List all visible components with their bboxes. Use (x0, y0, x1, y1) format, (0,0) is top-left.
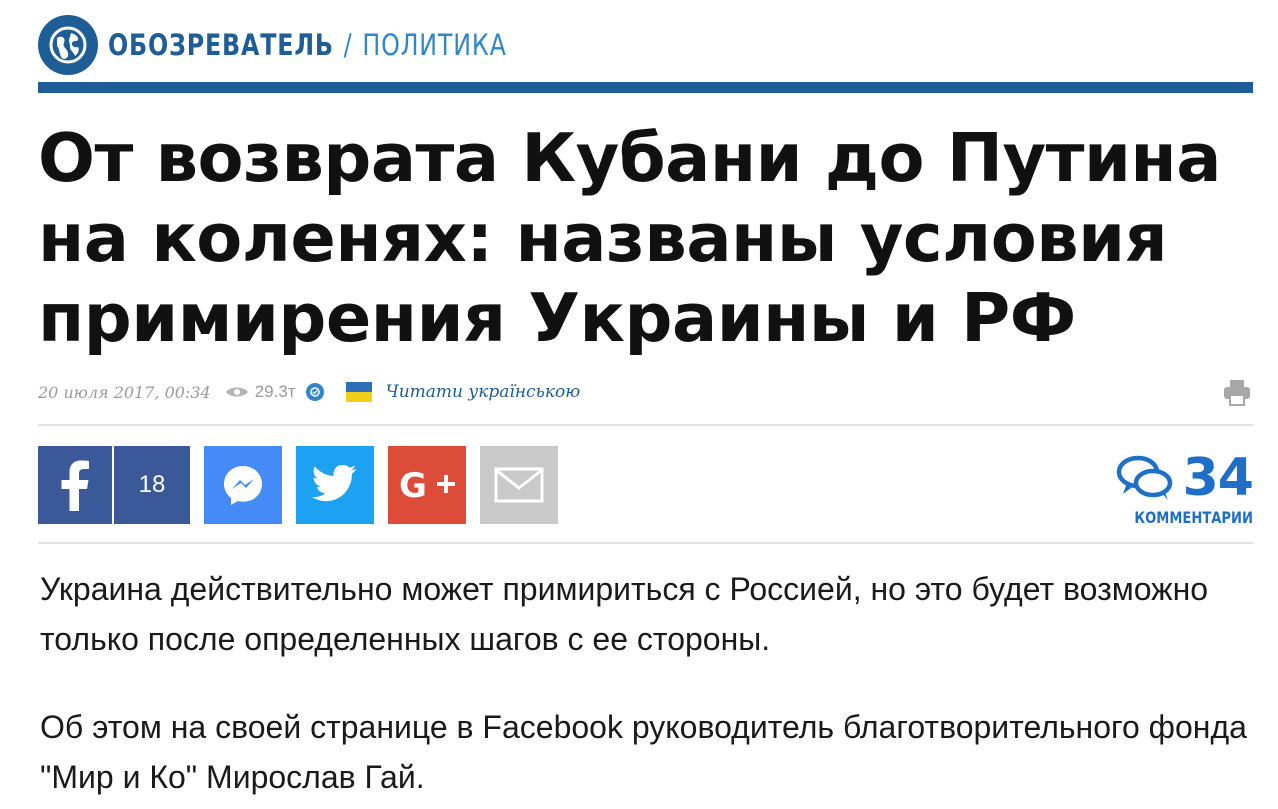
svg-text:G: G (399, 466, 427, 505)
read-ukrainian-link[interactable]: Читати українською (386, 382, 581, 402)
article-paragraph: Об этом на своей странице в Facebook рук… (40, 709, 1247, 795)
site-header: ОБОЗРЕВАТЕЛЬ / ПОЛИТИКА (38, 14, 1253, 76)
print-icon[interactable] (1221, 376, 1253, 408)
brand-name[interactable]: ОБОЗРЕВАТЕЛЬ (108, 28, 334, 62)
speech-bubbles-icon (1116, 455, 1172, 500)
envelope-icon (494, 467, 544, 503)
verified-icon (305, 383, 324, 401)
article-paragraph: Украина действительно может примириться … (40, 571, 1209, 657)
comments-count[interactable]: 34 (1183, 448, 1254, 508)
publish-date: 20 июля 2017, 00:34 (38, 382, 211, 402)
share-divider (38, 542, 1253, 544)
meta-divider (38, 424, 1253, 426)
eye-icon (225, 385, 249, 399)
brand-separator: / (343, 28, 353, 62)
ukraine-flag-icon[interactable] (345, 382, 372, 402)
email-share-button[interactable] (480, 446, 558, 524)
headline-line: на коленях: названы условия (38, 199, 1168, 277)
google-plus-share-button[interactable]: G (388, 446, 466, 524)
facebook-icon (38, 446, 114, 524)
globe-icon[interactable] (38, 15, 98, 75)
twitter-share-button[interactable] (296, 446, 374, 524)
twitter-icon (312, 465, 357, 502)
messenger-icon (224, 466, 262, 505)
article-meta: 20 июля 2017, 00:34 29.3т Читати українс… (38, 376, 1253, 408)
comments-label[interactable]: КОММЕНТАРИИ (1130, 508, 1253, 527)
facebook-share-button[interactable]: 18 (38, 446, 190, 524)
messenger-share-button[interactable] (204, 446, 282, 524)
views-count: 29.3т (254, 382, 296, 401)
header-divider-bar (38, 82, 1253, 93)
headline-line: примирения Украины и РФ (38, 279, 1076, 357)
headline-line: От возврата Кубани до Путина (38, 119, 1221, 197)
site-brand[interactable]: ОБОЗРЕВАТЕЛЬ / ПОЛИТИКА (108, 28, 507, 62)
section-name[interactable]: ПОЛИТИКА (362, 28, 506, 62)
share-bar: 18 G (38, 446, 572, 524)
google-plus-icon: G (399, 466, 455, 505)
article-headline: От возврата Кубани до Путина на коленях:… (38, 118, 1258, 358)
comments-link[interactable]: 34 КОММЕНТАРИИ (1103, 448, 1254, 530)
facebook-share-count: 18 (138, 471, 166, 498)
